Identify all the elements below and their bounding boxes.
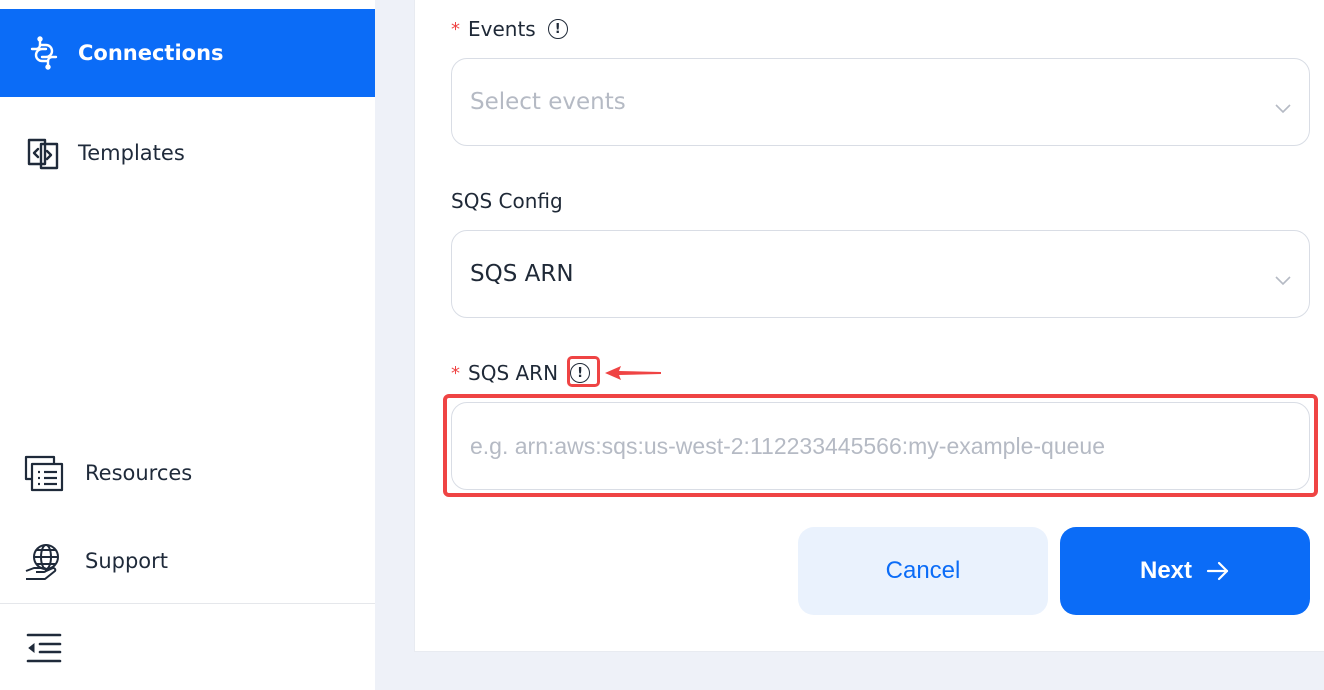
sidebar-item-label: Resources [85, 461, 193, 485]
arrow-right-icon [1206, 561, 1230, 581]
next-button-label: Next [1139, 557, 1193, 584]
sidebar-item-resources[interactable]: Resources [0, 450, 375, 496]
events-label: * Events ! [451, 15, 568, 43]
sqs-config-select-value: SQS ARN [470, 261, 574, 287]
chevron-down-icon [1275, 267, 1291, 293]
annotation-highlight-input [443, 394, 1318, 497]
sqs-config-select[interactable]: SQS ARN [451, 230, 1310, 318]
sqs-arn-label-text: SQS ARN [468, 361, 559, 385]
sidebar-item-support[interactable]: Support [0, 538, 375, 584]
support-icon [23, 541, 65, 583]
resources-icon [24, 454, 64, 492]
sidebar-item-label: Connections [78, 41, 224, 65]
connections-icon [26, 35, 62, 71]
events-select-placeholder: Select events [470, 89, 626, 115]
next-button[interactable]: Next [1060, 527, 1310, 615]
events-label-text: Events [468, 17, 536, 41]
chevron-down-icon [1275, 95, 1291, 121]
sidebar-item-label: Support [85, 549, 169, 573]
annotation-arrow-icon [603, 364, 663, 382]
sidebar-item-templates[interactable]: Templates [0, 130, 375, 176]
cancel-button[interactable]: Cancel [798, 527, 1048, 615]
sidebar-divider [0, 603, 375, 604]
info-icon[interactable]: ! [547, 19, 568, 39]
required-mark: * [451, 362, 460, 384]
required-mark: * [451, 18, 460, 40]
sidebar: Connections Templates Resources Support [0, 0, 375, 690]
sqs-config-label: SQS Config [451, 187, 563, 215]
templates-icon [26, 136, 60, 170]
sqs-config-label-text: SQS Config [451, 189, 563, 213]
annotation-highlight-info [567, 356, 600, 387]
sidebar-item-connections[interactable]: Connections [0, 9, 375, 97]
events-select[interactable]: Select events [451, 58, 1310, 146]
sidebar-item-label: Templates [78, 141, 185, 165]
cancel-button-label: Cancel [885, 557, 961, 584]
collapse-menu-icon[interactable] [26, 632, 62, 664]
